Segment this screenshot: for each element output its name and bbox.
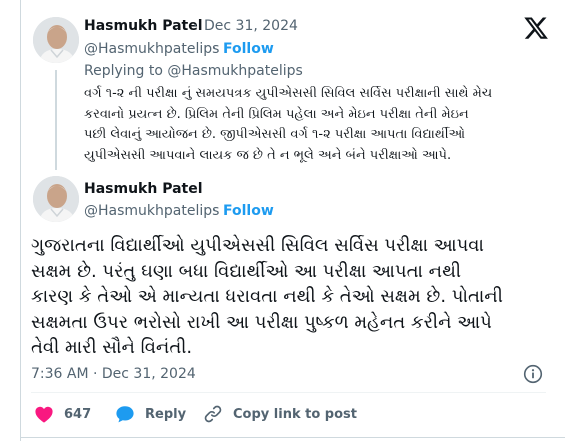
- embed-left-border: [20, 0, 21, 441]
- embed-bottom-border: [20, 437, 565, 438]
- tweet-date[interactable]: Dec 31, 2024: [204, 17, 298, 35]
- main-text-line: સક્ષમ છે. પરંતુ ઘણા બધા વિદ્યાર્થીઓ આ પર…: [31, 260, 462, 282]
- avatar-portrait-icon: [33, 176, 79, 222]
- copy-link-label: Copy link to post: [233, 406, 357, 422]
- x-logo-icon[interactable]: [524, 16, 548, 40]
- like-count: 647: [64, 406, 92, 422]
- main-text-line: ગુજરાતના વિદ્યાર્થીઓ યુપીએસસી સિવિલ સર્વ…: [31, 235, 484, 256]
- avatar-portrait-icon: [33, 17, 79, 63]
- follow-separator: ·: [212, 203, 217, 219]
- main-tweet-text: ગુજરાતના વિદ્યાર્થીઓ યુપીએસસી સિવિલ સર્વ…: [31, 233, 551, 361]
- copy-link-button[interactable]: Copy link to post: [203, 404, 357, 424]
- follow-button[interactable]: Follow: [223, 40, 274, 58]
- author-name[interactable]: Hasmukh Patel: [84, 17, 203, 35]
- heart-icon: [35, 406, 53, 423]
- follow-separator: ·: [212, 41, 217, 57]
- main-text-line: કારણ કે તેઓ એ માન્યતા ધરાવતા નથી કે તેઓ …: [31, 286, 503, 307]
- reply-text-line: વર્ગ ૧-૨ ની પરીક્ષા નું સમયપત્રક યુપીએસસ…: [84, 86, 493, 101]
- info-icon[interactable]: [523, 364, 543, 384]
- author-name[interactable]: Hasmukh Patel: [84, 180, 203, 198]
- avatar[interactable]: [33, 176, 79, 222]
- reply-tweet-text: વર્ગ ૧-૨ ની પરીક્ષા નું સમયપત્રક યુપીએસસ…: [84, 84, 524, 166]
- main-text-line: સક્ષમતા ઉપર ભરોસો રાખી આ પરીક્ષા પુષ્કળ …: [31, 311, 492, 333]
- author-handle[interactable]: @Hasmukhpatelips: [84, 40, 219, 58]
- reply-button[interactable]: Reply: [115, 404, 186, 424]
- like-button[interactable]: 647: [34, 404, 91, 424]
- reply-bubble-icon: [116, 406, 134, 423]
- follow-button[interactable]: Follow: [223, 202, 274, 220]
- reply-text-line: કરવાનો પ્રયત્ન છે. પ્રિલિમ તેની પ્રિલિમ …: [84, 106, 469, 122]
- thread-connector: [55, 70, 57, 170]
- author-handle[interactable]: @Hasmukhpatelips: [84, 202, 219, 220]
- reply-label: Reply: [145, 406, 187, 422]
- replying-to[interactable]: Replying to @Hasmukhpatelips: [84, 62, 303, 80]
- reply-text-line: યુપીએસસી આપવાને લાયક જ છે તે ન ભૂલે અને …: [84, 147, 452, 163]
- date-separator: ·: [193, 18, 198, 34]
- tweet-timestamp[interactable]: 7:36 AM · Dec 31, 2024: [31, 365, 196, 383]
- avatar[interactable]: [33, 17, 79, 63]
- main-text-line: તેવી મારી સૌને વિનંતી.: [31, 337, 193, 358]
- link-icon: [204, 405, 222, 423]
- actions-divider: [31, 392, 546, 393]
- reply-text-line: પછી લેવાનું આયોજન છે. જીપીએસસી વર્ગ ૧-૨ …: [84, 127, 466, 142]
